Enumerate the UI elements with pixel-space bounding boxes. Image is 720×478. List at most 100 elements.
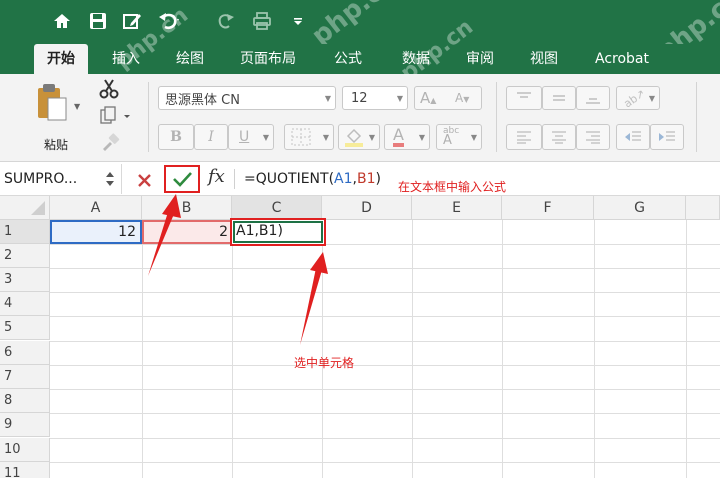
font-size-value: 12 — [351, 90, 368, 106]
fill-color-button[interactable]: ▼ — [338, 124, 380, 150]
format-painter-icon[interactable] — [100, 132, 122, 152]
row-header-1[interactable]: 1 — [0, 220, 50, 244]
name-box[interactable]: SUMPRO... — [0, 164, 122, 194]
grid-line — [686, 220, 687, 478]
font-size-select[interactable]: 12 ▼ — [342, 86, 408, 110]
chevron-down-icon: ▼ — [368, 132, 375, 142]
increase-indent-icon — [659, 131, 675, 141]
column-header-b[interactable]: B — [142, 196, 232, 220]
chevron-down-icon: ▼ — [418, 132, 425, 142]
tab-review[interactable]: 审阅 — [454, 44, 506, 74]
cut-icon[interactable] — [98, 78, 120, 100]
edit-icon[interactable] — [120, 8, 144, 34]
ribbon-divider — [148, 82, 149, 152]
increase-indent-button[interactable] — [650, 124, 684, 150]
tab-insert[interactable]: 插入 — [100, 44, 152, 74]
grid-line — [50, 438, 720, 439]
italic-button[interactable]: I — [194, 124, 228, 150]
align-top-button[interactable] — [506, 86, 542, 110]
undo-icon[interactable] — [156, 8, 180, 34]
ribbon-divider — [496, 82, 497, 152]
row-header-9[interactable]: 9 — [0, 413, 50, 437]
borders-button[interactable]: ▼ — [284, 124, 334, 150]
spreadsheet-grid: A B C D E F G 1 2 3 4 5 6 7 8 9 10 11 12… — [0, 196, 720, 478]
close-icon — [138, 174, 151, 187]
phonetic-letter: A — [443, 133, 452, 148]
grid-line — [502, 220, 503, 478]
row-header-5[interactable]: 5 — [0, 316, 50, 340]
cell-a1[interactable]: 12 — [50, 220, 142, 244]
customize-icon[interactable] — [286, 8, 310, 34]
print-icon[interactable] — [250, 8, 274, 34]
paste-button[interactable]: ▼ 粘贴 — [30, 82, 80, 154]
shrink-font-button[interactable]: A▼ — [455, 91, 469, 105]
quick-access-toolbar: php.cn php.cn — [0, 0, 720, 67]
column-header-e[interactable]: E — [412, 196, 502, 220]
font-name-value: 思源黑体 CN — [165, 92, 240, 108]
row-header-7[interactable]: 7 — [0, 365, 50, 389]
tab-page-layout[interactable]: 页面布局 — [228, 44, 308, 74]
row-header-4[interactable]: 4 — [0, 292, 50, 316]
insert-function-button[interactable]: fx — [208, 166, 232, 192]
column-header-d[interactable]: D — [322, 196, 412, 220]
grid-line — [594, 220, 595, 478]
formula-ref-b1: B1 — [356, 171, 376, 187]
align-middle-button[interactable] — [542, 86, 576, 110]
font-color-button[interactable]: A ▼ — [384, 124, 430, 150]
orientation-icon: ab↗ — [621, 86, 648, 110]
column-header-a[interactable]: A — [50, 196, 142, 220]
underline-letter: U — [239, 129, 250, 145]
row-header-10[interactable]: 10 — [0, 438, 50, 462]
grid-line — [142, 220, 143, 478]
tab-view[interactable]: 视图 — [518, 44, 570, 74]
column-header-c[interactable]: C — [232, 196, 322, 220]
cell-c1-editing[interactable]: A1,B1) — [230, 218, 326, 246]
tab-acrobat[interactable]: Acrobat — [586, 44, 658, 74]
align-right-button[interactable] — [576, 124, 610, 150]
save-icon[interactable] — [86, 8, 110, 34]
column-header-h[interactable] — [686, 196, 720, 220]
home-icon[interactable] — [50, 8, 74, 34]
cancel-formula-button[interactable] — [134, 169, 156, 191]
font-name-select[interactable]: 思源黑体 CN ▼ — [158, 86, 336, 110]
column-header-f[interactable]: F — [502, 196, 594, 220]
select-all-corner[interactable] — [0, 196, 50, 220]
formula-input[interactable]: =QUOTIENT(A1,B1) — [244, 168, 381, 190]
underline-button[interactable]: U ▼ — [228, 124, 274, 150]
grow-font-letter: A — [420, 89, 431, 107]
grid-line — [412, 220, 413, 478]
tab-data[interactable]: 数据 — [390, 44, 442, 74]
orientation-button[interactable]: ab↗ ▼ — [616, 86, 660, 110]
decrease-indent-button[interactable] — [616, 124, 650, 150]
formula-ref-a1: A1 — [334, 171, 353, 187]
phonetic-button[interactable]: abc A ▼ — [436, 124, 482, 150]
tab-formulas[interactable]: 公式 — [322, 44, 374, 74]
row-header-2[interactable]: 2 — [0, 244, 50, 268]
align-left-button[interactable] — [506, 124, 542, 150]
row-header-8[interactable]: 8 — [0, 389, 50, 413]
row-header-3[interactable]: 3 — [0, 268, 50, 292]
redo-icon[interactable] — [214, 8, 238, 34]
row-header-11[interactable]: 11 — [0, 462, 50, 478]
name-box-stepper-icon[interactable] — [105, 170, 115, 188]
fx-icon: fx — [208, 166, 225, 187]
grow-font-button[interactable]: A▲ — [420, 89, 436, 107]
chevron-down-icon: ▼ — [324, 93, 331, 103]
column-header-g[interactable]: G — [594, 196, 686, 220]
align-left-icon — [517, 131, 531, 144]
confirm-formula-button[interactable] — [164, 165, 200, 193]
tab-draw[interactable]: 绘图 — [164, 44, 216, 74]
paste-label: 粘贴 — [44, 138, 69, 152]
chevron-down-icon: ▼ — [648, 93, 655, 103]
cell-b1[interactable]: 2 — [142, 220, 232, 244]
align-center-button[interactable] — [542, 124, 576, 150]
bold-button[interactable]: B — [158, 124, 194, 150]
grid-line — [50, 365, 720, 366]
align-bottom-button[interactable] — [576, 86, 610, 110]
tab-home[interactable]: 开始 — [34, 44, 88, 74]
paste-icon — [38, 84, 67, 121]
copy-icon[interactable] — [100, 106, 130, 126]
font-color-letter: A — [393, 127, 404, 147]
bold-letter: B — [170, 129, 182, 145]
row-header-6[interactable]: 6 — [0, 341, 50, 365]
